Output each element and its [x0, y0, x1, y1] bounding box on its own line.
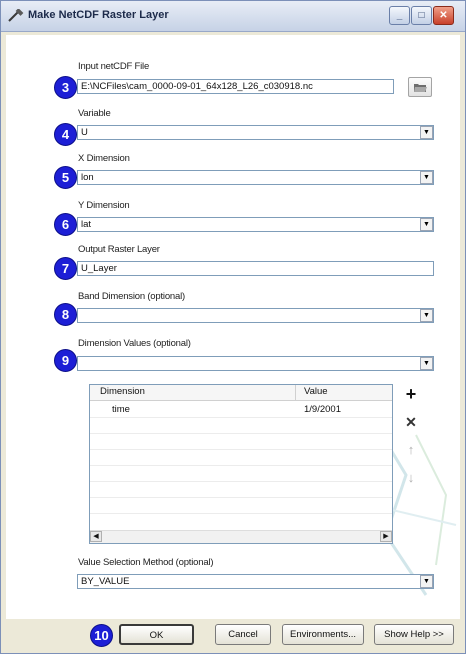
scroll-left-icon[interactable]: ◀: [90, 531, 102, 542]
step-badge-4: 4: [54, 123, 77, 146]
horizontal-scrollbar[interactable]: ◀ ▶: [90, 530, 392, 543]
step-badge-3: 3: [54, 76, 77, 99]
remove-icon[interactable]: ✕: [402, 413, 420, 431]
folder-icon: [414, 84, 427, 92]
dialog-window: Make NetCDF Raster Layer _ □ ✕ 3 Input n…: [0, 0, 466, 654]
output-layer-field[interactable]: U_Layer: [77, 261, 434, 276]
column-header-dimension[interactable]: Dimension: [100, 386, 145, 397]
table-header: Dimension Value: [90, 385, 392, 401]
chevron-down-icon[interactable]: ▼: [420, 126, 433, 139]
close-button[interactable]: ✕: [433, 6, 454, 25]
step-badge-5: 5: [54, 166, 77, 189]
dimension-values-label: Dimension Values (optional): [78, 338, 191, 349]
show-help-button[interactable]: Show Help >>: [374, 624, 454, 645]
dimension-values-dropdown[interactable]: [77, 356, 434, 371]
column-header-value[interactable]: Value: [304, 386, 328, 397]
table-cell-dimension[interactable]: time: [112, 404, 130, 415]
step-badge-8: 8: [54, 303, 77, 326]
environments-button[interactable]: Environments...: [282, 624, 364, 645]
step-badge-7: 7: [54, 257, 77, 280]
dialog-content: 3 Input netCDF File E:\NCFiles\cam_0000-…: [6, 35, 460, 619]
button-bar: 10 OK Cancel Environments... Show Help >…: [6, 621, 460, 651]
cancel-button[interactable]: Cancel: [215, 624, 271, 645]
browse-button[interactable]: [408, 77, 432, 97]
title-bar[interactable]: Make NetCDF Raster Layer _ □ ✕: [1, 1, 465, 32]
chevron-down-icon[interactable]: ▼: [420, 171, 433, 184]
value-selection-dropdown[interactable]: BY_VALUE: [77, 574, 434, 589]
dimension-values-table[interactable]: Dimension Value time 1/9/2001 ◀ ▶: [89, 384, 393, 544]
window-title: Make NetCDF Raster Layer: [28, 9, 169, 21]
x-dimension-dropdown[interactable]: lon: [77, 170, 434, 185]
step-badge-9: 9: [54, 349, 77, 372]
minimize-button[interactable]: _: [389, 6, 410, 25]
value-selection-label: Value Selection Method (optional): [78, 557, 214, 568]
variable-dropdown[interactable]: U: [77, 125, 434, 140]
input-file-field[interactable]: E:\NCFiles\cam_0000-09-01_64x128_L26_c03…: [77, 79, 394, 94]
x-dimension-label: X Dimension: [78, 153, 130, 164]
scroll-right-icon[interactable]: ▶: [380, 531, 392, 542]
y-dimension-label: Y Dimension: [78, 200, 130, 211]
chevron-down-icon[interactable]: ▼: [420, 357, 433, 370]
chevron-down-icon[interactable]: ▼: [420, 309, 433, 322]
ok-button[interactable]: OK: [119, 624, 194, 645]
chevron-down-icon[interactable]: ▼: [420, 218, 433, 231]
band-dimension-label: Band Dimension (optional): [78, 291, 185, 302]
chevron-down-icon[interactable]: ▼: [420, 575, 433, 588]
variable-label: Variable: [78, 108, 111, 119]
band-dimension-dropdown[interactable]: [77, 308, 434, 323]
maximize-button[interactable]: □: [411, 6, 432, 25]
hammer-icon: [8, 9, 24, 22]
step-badge-6: 6: [54, 213, 77, 236]
output-layer-label: Output Raster Layer: [78, 244, 160, 255]
input-file-label: Input netCDF File: [78, 61, 150, 72]
move-down-icon[interactable]: ↓: [402, 469, 420, 487]
y-dimension-dropdown[interactable]: lat: [77, 217, 434, 232]
add-icon[interactable]: +: [402, 385, 420, 403]
table-cell-value[interactable]: 1/9/2001: [304, 404, 341, 415]
move-up-icon[interactable]: ↑: [402, 441, 420, 459]
step-badge-10: 10: [90, 624, 113, 647]
